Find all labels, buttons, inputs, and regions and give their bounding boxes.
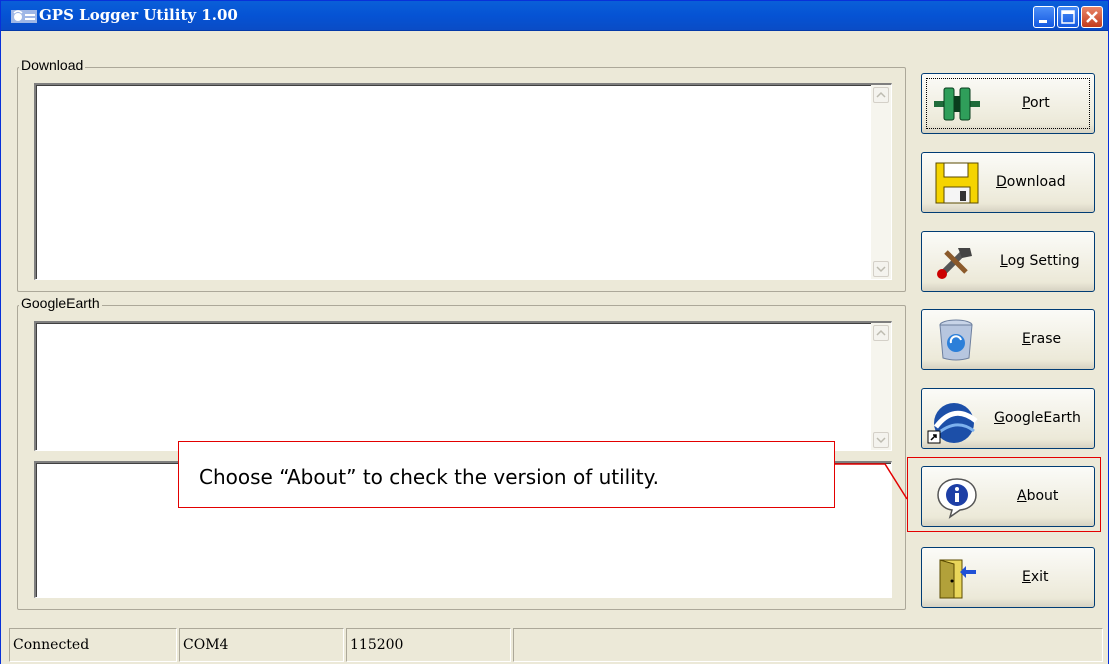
port-connector-icon <box>932 82 982 126</box>
download-button[interactable]: Download <box>921 152 1095 213</box>
title-bar[interactable]: GPS Logger Utility 1.00 <box>1 1 1108 31</box>
floppy-disk-icon <box>932 161 982 205</box>
googleearth-button-label: GoogleEarth <box>994 410 1081 426</box>
exit-door-icon <box>932 556 982 600</box>
status-connection: Connected <box>9 628 177 662</box>
scroll-down-button[interactable] <box>873 432 889 448</box>
googleearth-group-label: GoogleEarth <box>19 295 102 311</box>
log-setting-button[interactable]: Log Setting <box>921 231 1095 292</box>
download-button-label: Download <box>996 174 1066 190</box>
maximize-button[interactable] <box>1057 6 1079 28</box>
satellite-icon <box>11 8 37 25</box>
callout-connector-line <box>835 463 908 500</box>
recycle-bin-icon <box>932 318 982 362</box>
status-extra <box>513 628 1103 662</box>
about-highlight-box <box>907 457 1101 532</box>
google-earth-icon <box>924 397 978 444</box>
window-title: GPS Logger Utility 1.00 <box>39 6 238 24</box>
scroll-up-button[interactable] <box>873 325 889 341</box>
scroll-up-button[interactable] <box>873 87 889 103</box>
callout-text: Choose “About” to check the version of u… <box>199 465 659 489</box>
minimize-button[interactable] <box>1033 6 1055 28</box>
status-baud-rate: 115200 <box>346 628 511 662</box>
googleearth-scrollbar[interactable] <box>871 323 891 450</box>
exit-button[interactable]: Exit <box>921 547 1095 608</box>
tools-icon <box>932 240 982 284</box>
download-log-textarea[interactable] <box>34 83 892 280</box>
erase-button[interactable]: Erase <box>921 309 1095 370</box>
port-button[interactable]: Port <box>921 73 1095 134</box>
googleearth-textarea[interactable] <box>34 321 892 451</box>
port-button-label: Port <box>1022 95 1050 111</box>
callout-box: Choose “About” to check the version of u… <box>178 441 835 508</box>
exit-button-label: Exit <box>1022 569 1049 585</box>
status-port: COM4 <box>179 628 344 662</box>
log-setting-button-label: Log Setting <box>1000 253 1080 269</box>
scroll-down-button[interactable] <box>873 261 889 277</box>
googleearth-button[interactable]: GoogleEarth <box>921 388 1095 449</box>
erase-button-label: Erase <box>1022 331 1062 347</box>
app-window: GPS Logger Utility 1.00 Download GoogleE… <box>0 0 1109 664</box>
close-button[interactable] <box>1081 6 1103 28</box>
status-bar: Connected COM4 115200 <box>1 626 1108 664</box>
download-scrollbar[interactable] <box>871 85 891 279</box>
download-group-label: Download <box>19 57 86 73</box>
